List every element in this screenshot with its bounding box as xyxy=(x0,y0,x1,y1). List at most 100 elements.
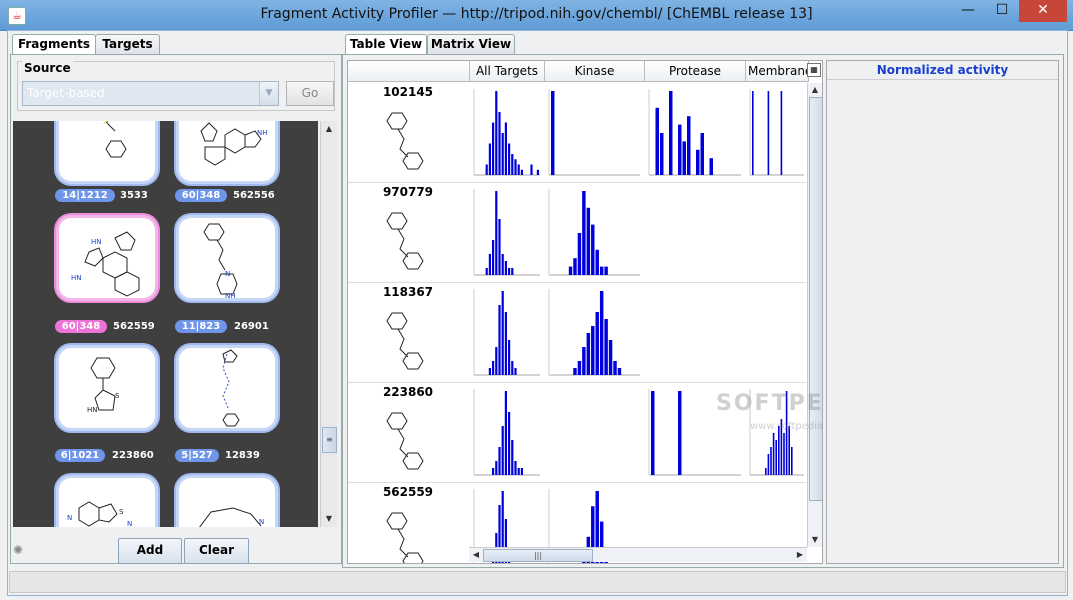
activity-table: All Targets Kinase Protease Membrane ▦ 1… xyxy=(347,60,823,564)
status-bar xyxy=(9,571,1066,593)
molecule-structure xyxy=(386,112,424,170)
row-separator xyxy=(348,482,806,483)
activity-histogram xyxy=(473,189,540,276)
svg-text:S: S xyxy=(115,392,120,400)
fragment-card[interactable]: N NH xyxy=(179,218,275,298)
title-bar: ☕ Fragment Activity Profiler — http://tr… xyxy=(0,0,1073,31)
row-compound-id: 223860 xyxy=(382,385,434,399)
fragment-id: 26901 xyxy=(234,321,269,332)
svg-text:S: S xyxy=(103,121,108,125)
column-header-structure[interactable] xyxy=(348,61,470,82)
svg-text:N: N xyxy=(67,514,72,522)
clear-button[interactable]: Clear xyxy=(184,538,249,564)
molecule-structure xyxy=(386,312,424,370)
fragment-id: 12839 xyxy=(225,450,260,461)
fragment-card[interactable]: NH xyxy=(179,121,275,181)
tab-table-view[interactable]: Table View xyxy=(345,34,427,56)
softpedia-watermark-url: www.softpedia.com xyxy=(750,421,823,432)
svg-text:S: S xyxy=(119,508,124,516)
svg-text:N: N xyxy=(259,518,264,526)
scroll-down-arrow-icon[interactable]: ▼ xyxy=(808,533,822,547)
activity-histogram xyxy=(473,289,540,376)
scroll-right-arrow-icon[interactable]: ▶ xyxy=(793,548,807,562)
fragment-badge-selected: 60|348 xyxy=(55,320,107,333)
maximize-button[interactable]: ☐ xyxy=(985,0,1019,22)
source-combo[interactable]: Target-based ▼ xyxy=(22,81,279,106)
column-control-icon[interactable]: ▦ xyxy=(807,63,821,77)
column-header-protease[interactable]: Protease xyxy=(645,61,746,82)
svg-text:NH: NH xyxy=(257,129,268,137)
tab-targets[interactable]: Targets xyxy=(95,34,160,55)
scroll-thumb[interactable] xyxy=(809,97,822,501)
close-button[interactable]: ✕ xyxy=(1019,0,1067,22)
table-vertical-scrollbar[interactable]: ▲ ▼ xyxy=(807,83,822,547)
row-separator xyxy=(348,282,806,283)
results-panel: Table View Matrix View All Targets Kinas… xyxy=(342,34,1064,568)
activity-histogram xyxy=(648,89,741,176)
scroll-up-arrow-icon[interactable]: ▲ xyxy=(808,83,822,97)
activity-histogram xyxy=(473,389,540,476)
scroll-up-arrow-icon[interactable]: ▲ xyxy=(321,121,337,137)
normalized-activity-title: Normalized activity xyxy=(827,61,1058,80)
table-horizontal-scrollbar[interactable]: ◀ ||| ▶ xyxy=(469,547,807,562)
source-label: Source xyxy=(22,61,73,75)
fragment-card[interactable]: SNN xyxy=(59,478,155,527)
row-compound-id: 102145 xyxy=(382,85,434,99)
row-compound-id: 970779 xyxy=(382,185,434,199)
fragment-id: 562559 xyxy=(113,321,155,332)
activity-histogram xyxy=(548,289,640,376)
fragments-panel: Fragments Targets Source Target-based ▼ … xyxy=(10,34,342,570)
svg-text:HN: HN xyxy=(71,274,82,282)
fragment-card[interactable] xyxy=(179,348,275,428)
scroll-down-arrow-icon[interactable]: ▼ xyxy=(321,511,337,527)
fragment-badge: 14|1212 xyxy=(55,189,115,202)
activity-histogram xyxy=(548,189,640,276)
fragment-badge: 60|348 xyxy=(175,189,227,202)
row-compound-id: 118367 xyxy=(382,285,434,299)
go-button[interactable]: Go xyxy=(286,81,334,106)
scroll-thumb[interactable]: ||| xyxy=(483,549,593,562)
column-header-membrane[interactable]: Membrane xyxy=(746,61,809,82)
row-compound-id: 562559 xyxy=(382,485,434,499)
fragments-tab-body: Source Target-based ▼ Go S 14|1212 3533 … xyxy=(10,54,342,564)
fragment-id: 223860 xyxy=(112,450,154,461)
softpedia-watermark: SOFTPEDIA xyxy=(716,391,823,416)
window-title: Fragment Activity Profiler — http://trip… xyxy=(260,6,813,22)
activity-histogram xyxy=(473,89,540,176)
fragments-scrollbar[interactable]: ▲ ≡ ▼ xyxy=(320,121,337,527)
source-combo-value: Target-based xyxy=(27,86,105,100)
minimize-button[interactable]: — xyxy=(951,0,985,22)
tab-fragments[interactable]: Fragments xyxy=(12,34,96,56)
molecule-structure xyxy=(386,512,424,563)
fragment-card[interactable]: S HN xyxy=(59,348,155,428)
fragment-card[interactable]: N xyxy=(179,478,275,527)
add-button[interactable]: Add xyxy=(118,538,182,564)
normalized-activity-panel: Normalized activity xyxy=(826,60,1059,564)
fragment-badge: 6|1021 xyxy=(55,449,105,462)
scroll-thumb[interactable]: ≡ xyxy=(322,427,337,453)
source-group: Source Target-based ▼ Go xyxy=(17,61,335,111)
svg-text:HN: HN xyxy=(91,238,102,246)
fragment-id: 562556 xyxy=(233,190,275,201)
tab-matrix-view[interactable]: Matrix View xyxy=(427,34,515,55)
svg-text:HN: HN xyxy=(87,406,98,414)
fragment-card[interactable]: S xyxy=(59,121,155,181)
table-view-body: All Targets Kinase Protease Membrane ▦ 1… xyxy=(342,54,1064,568)
activity-histogram xyxy=(749,89,804,176)
svg-text:N: N xyxy=(127,520,132,527)
chevron-down-icon[interactable]: ▼ xyxy=(259,82,278,105)
fragment-badge: 11|823 xyxy=(175,320,227,333)
activity-histogram xyxy=(548,89,640,176)
column-header-all-targets[interactable]: All Targets xyxy=(470,61,545,82)
fragment-card-selected[interactable]: HN HN xyxy=(59,218,155,298)
scroll-left-arrow-icon[interactable]: ◀ xyxy=(469,548,483,562)
fragment-badge: 5|527 xyxy=(175,449,219,462)
row-separator xyxy=(348,382,806,383)
busy-spinner-icon: ✺ xyxy=(13,543,24,557)
column-header-kinase[interactable]: Kinase xyxy=(545,61,645,82)
row-separator xyxy=(348,182,806,183)
fragment-grid: S 14|1212 3533 NH 60|348 562556 HN HN 60|… xyxy=(13,121,318,527)
svg-text:NH: NH xyxy=(225,292,236,298)
fragment-id: 3533 xyxy=(120,190,148,201)
molecule-structure xyxy=(386,412,424,470)
